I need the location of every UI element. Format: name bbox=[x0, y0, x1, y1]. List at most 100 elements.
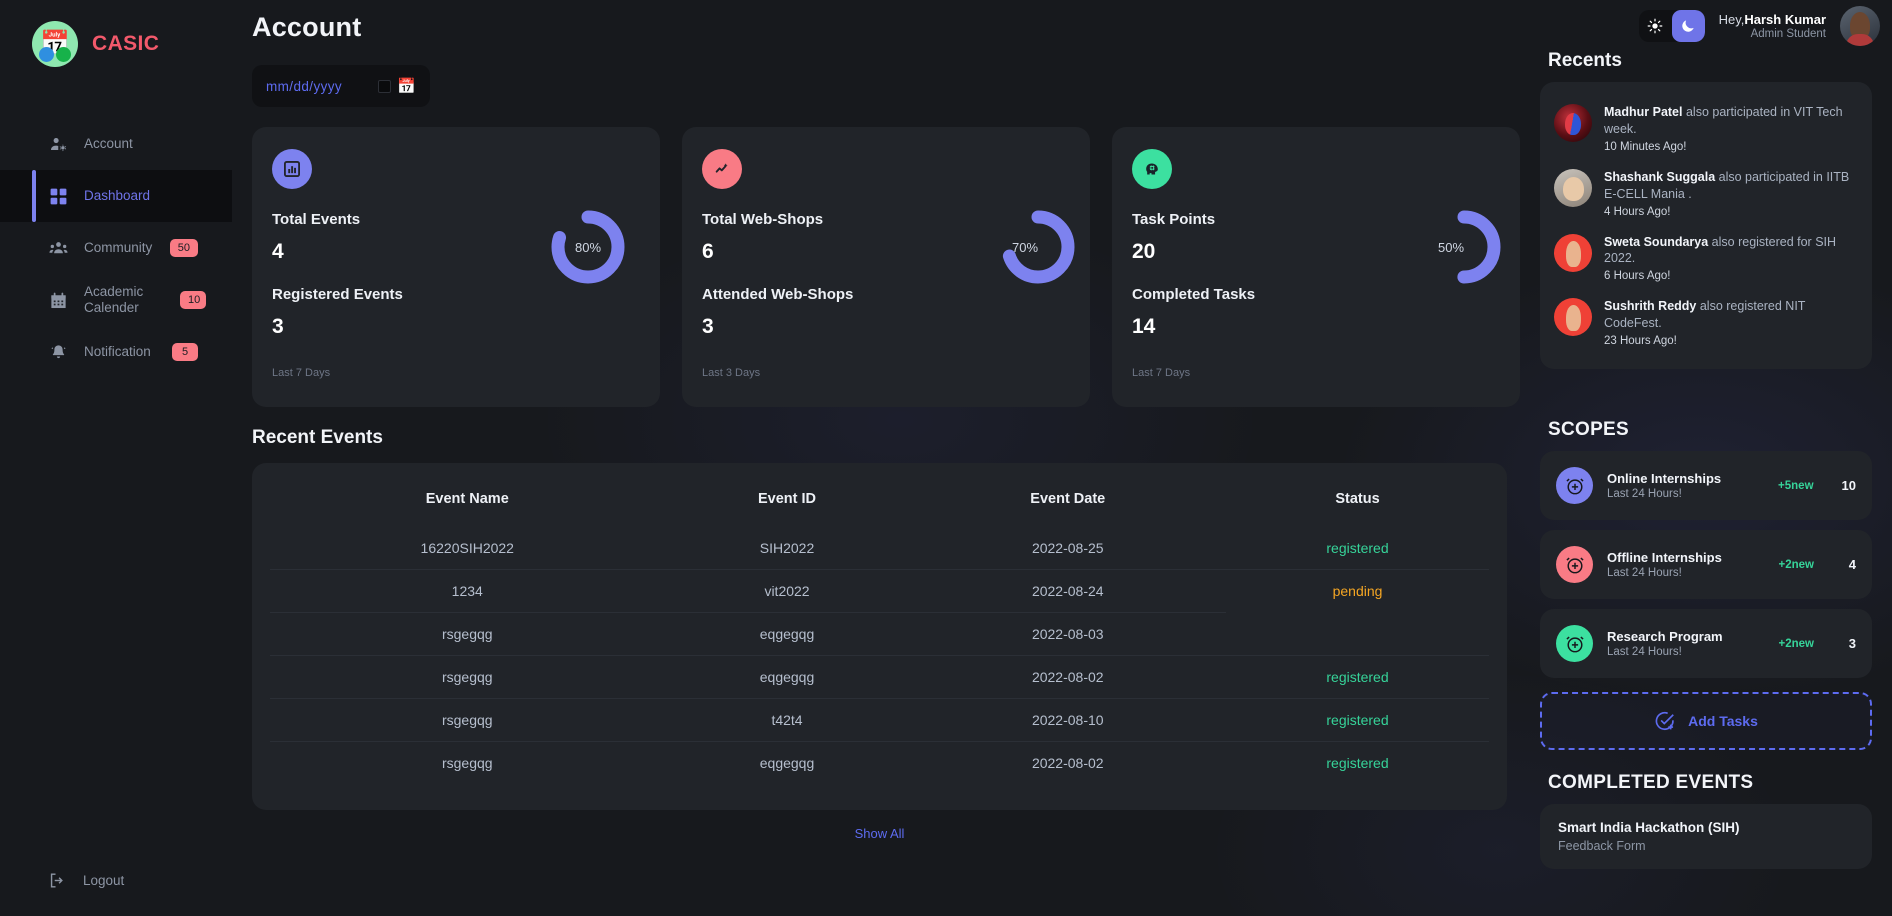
calendar-picker-icon: 📅 bbox=[397, 77, 416, 95]
recent-person-name: Madhur Patel bbox=[1604, 105, 1683, 119]
cell-event-date: 2022-08-24 bbox=[909, 569, 1227, 613]
logo-blue-dot-icon bbox=[39, 47, 54, 62]
scope-item-offline-internships[interactable]: Offline Internships Last 24 Hours! +2new… bbox=[1540, 530, 1872, 599]
sidebar-nav: Account Dashboard Community 50 Academic … bbox=[0, 118, 232, 378]
cell-event-date: 2022-08-02 bbox=[909, 741, 1227, 784]
scopes-title: SCOPES bbox=[1548, 419, 1629, 440]
date-mm: mm bbox=[266, 78, 290, 94]
cell-event-date: 2022-08-25 bbox=[1031, 540, 1104, 556]
scope-item-research-program[interactable]: Research Program Last 24 Hours! +2new 3 bbox=[1540, 609, 1872, 678]
cell-status: registered bbox=[1226, 741, 1489, 784]
date-input[interactable]: mm/dd/yyyy 📅 bbox=[252, 65, 430, 107]
avatar[interactable] bbox=[1840, 6, 1880, 46]
alarm-plus-icon bbox=[1556, 467, 1593, 504]
brain-gear-icon bbox=[1132, 149, 1172, 189]
alarm-plus-icon bbox=[1556, 546, 1593, 583]
table-header-row: Event Name Event ID Event Date Status bbox=[270, 481, 1489, 527]
alarm-plus-icon bbox=[1556, 625, 1593, 662]
avatar bbox=[1554, 298, 1592, 337]
cell-event-id: vit2022 bbox=[664, 569, 910, 613]
recent-person-name: Shashank Suggala bbox=[1604, 169, 1716, 184]
cell-status: registered bbox=[1326, 540, 1389, 556]
brand-name: CASIC bbox=[92, 32, 160, 55]
donut-chart-total-events: 80% bbox=[546, 205, 630, 289]
card-sub-value: 3 bbox=[272, 315, 284, 338]
logout-button[interactable]: Logout bbox=[0, 871, 232, 890]
table-row[interactable]: rsgegqg eqgegqg 2022-08-02 registered bbox=[270, 655, 1489, 699]
completed-event-item[interactable]: Smart India Hackathon (SIH) Feedback For… bbox=[1540, 804, 1872, 869]
card-footer: Last 3 Days bbox=[702, 367, 761, 379]
donut-percent-label: 50% bbox=[1437, 239, 1465, 255]
dashboard-app: 📅 CASIC Account Dashboard Community 50 A… bbox=[0, 0, 1892, 916]
list-item[interactable]: Sweta Soundarya also registered for SIH … bbox=[1554, 226, 1858, 291]
table-body: 16220SIH2022 SIH2022 2022-08-25 register… bbox=[270, 527, 1489, 784]
list-item[interactable]: Shashank Suggala also participated in II… bbox=[1554, 161, 1858, 226]
stat-card-total-webshops[interactable]: Total Web-Shops 6 Attended Web-Shops 3 L… bbox=[682, 127, 1090, 407]
sidebar-item-academic-calender[interactable]: Academic Calender 10 bbox=[0, 274, 232, 326]
scope-name: Online Internships bbox=[1607, 471, 1722, 486]
community-people-icon bbox=[48, 238, 68, 258]
cell-status: registered bbox=[1226, 698, 1489, 742]
completed-events-title: COMPLETED EVENTS bbox=[1548, 772, 1754, 793]
cell-event-name: rsgegqg bbox=[270, 612, 665, 656]
sidebar-badge-academic: 10 bbox=[180, 291, 206, 309]
avatar bbox=[1554, 168, 1592, 207]
recents-title: Recents bbox=[1548, 50, 1622, 71]
bell-icon bbox=[48, 342, 68, 362]
stat-card-total-events[interactable]: Total Events 4 Registered Events 3 Last … bbox=[252, 127, 660, 407]
cell-event-name: rsgegqg bbox=[270, 655, 665, 699]
recent-text: Sushrith Reddy also registered NIT CodeF… bbox=[1604, 298, 1858, 332]
recent-events-table-card: Event Name Event ID Event Date Status 16… bbox=[252, 463, 1507, 810]
sidebar-badge-notification: 5 bbox=[172, 343, 198, 361]
add-tasks-button[interactable]: Add Tasks bbox=[1540, 692, 1872, 750]
donut-percent-label: 80% bbox=[574, 239, 602, 255]
stat-cards: Total Events 4 Registered Events 3 Last … bbox=[232, 107, 1520, 407]
cell-event-id: eqgegqg bbox=[664, 741, 910, 784]
sidebar-item-label: Community bbox=[84, 240, 153, 256]
cell-status: pending bbox=[1226, 569, 1489, 613]
brand[interactable]: 📅 CASIC bbox=[0, 0, 232, 74]
theme-toggle[interactable] bbox=[1638, 10, 1705, 42]
completed-event-subtitle: Feedback Form bbox=[1558, 839, 1646, 853]
donut-chart-total-webshops: 70% bbox=[996, 205, 1080, 289]
scope-new-badge: +2new bbox=[1778, 558, 1814, 571]
table-row[interactable]: rsgegqg eqgegqg 2022-08-02 registered bbox=[270, 741, 1489, 784]
account-user-gear-icon bbox=[48, 134, 68, 154]
logo-green-dot-icon bbox=[56, 47, 71, 62]
calendar-picker-button[interactable]: 📅 bbox=[378, 79, 416, 94]
list-item[interactable]: Madhur Patel also participated in VIT Te… bbox=[1554, 96, 1858, 161]
table-row[interactable]: 16220SIH2022 SIH2022 2022-08-25 register… bbox=[270, 527, 1489, 570]
table-row[interactable]: 1234 vit2022 2022-08-24 pending bbox=[270, 569, 1489, 613]
date-yyyy: yyyy bbox=[313, 78, 343, 94]
recent-events-title: Recent Events bbox=[252, 427, 383, 448]
sidebar-item-notification[interactable]: Notification 5 bbox=[0, 326, 232, 378]
table-row[interactable]: rsgegqg t42t4 2022-08-10 registered bbox=[270, 698, 1489, 742]
recent-time: 10 Minutes Ago! bbox=[1604, 140, 1687, 153]
recents-panel: Madhur Patel also participated in VIT Te… bbox=[1540, 82, 1872, 369]
theme-light-button[interactable] bbox=[1639, 10, 1672, 42]
scope-count: 10 bbox=[1841, 478, 1856, 493]
cell-event-date: 2022-08-10 bbox=[909, 698, 1227, 742]
cell-event-name: 1234 bbox=[270, 569, 665, 613]
list-item[interactable]: Sushrith Reddy also registered NIT CodeF… bbox=[1554, 290, 1858, 355]
cell-event-date: 2022-08-03 bbox=[909, 612, 1227, 656]
sidebar-item-account[interactable]: Account bbox=[0, 118, 232, 170]
scope-item-online-internships[interactable]: Online Internships Last 24 Hours! +5new … bbox=[1540, 451, 1872, 520]
sidebar-item-dashboard[interactable]: Dashboard bbox=[0, 170, 232, 222]
scope-sub: Last 24 Hours! bbox=[1607, 567, 1682, 579]
theme-dark-button[interactable] bbox=[1671, 10, 1705, 42]
calendar-icon bbox=[48, 290, 68, 310]
table-row[interactable]: rsgegqg eqgegqg 2022-08-03 bbox=[270, 612, 1489, 656]
stat-card-task-points[interactable]: Task Points 20 Completed Tasks 14 Last 7… bbox=[1112, 127, 1520, 407]
sidebar-item-label: Academic Calender bbox=[84, 284, 144, 315]
card-footer: Last 7 Days bbox=[272, 367, 331, 379]
recent-time: 6 Hours Ago! bbox=[1604, 270, 1671, 283]
main-content: Account mm/dd/yyyy 📅 Total Events 4 Regi… bbox=[232, 0, 1520, 916]
card-sub-value: 14 bbox=[1132, 315, 1156, 338]
avatar bbox=[1554, 104, 1592, 142]
dashboard-grid-icon bbox=[48, 186, 68, 206]
date-dd: dd bbox=[293, 78, 310, 94]
show-all-link[interactable]: Show All bbox=[252, 810, 1507, 841]
donut-chart-task-points: 50% bbox=[1422, 205, 1506, 289]
sidebar-item-community[interactable]: Community 50 bbox=[0, 222, 232, 274]
